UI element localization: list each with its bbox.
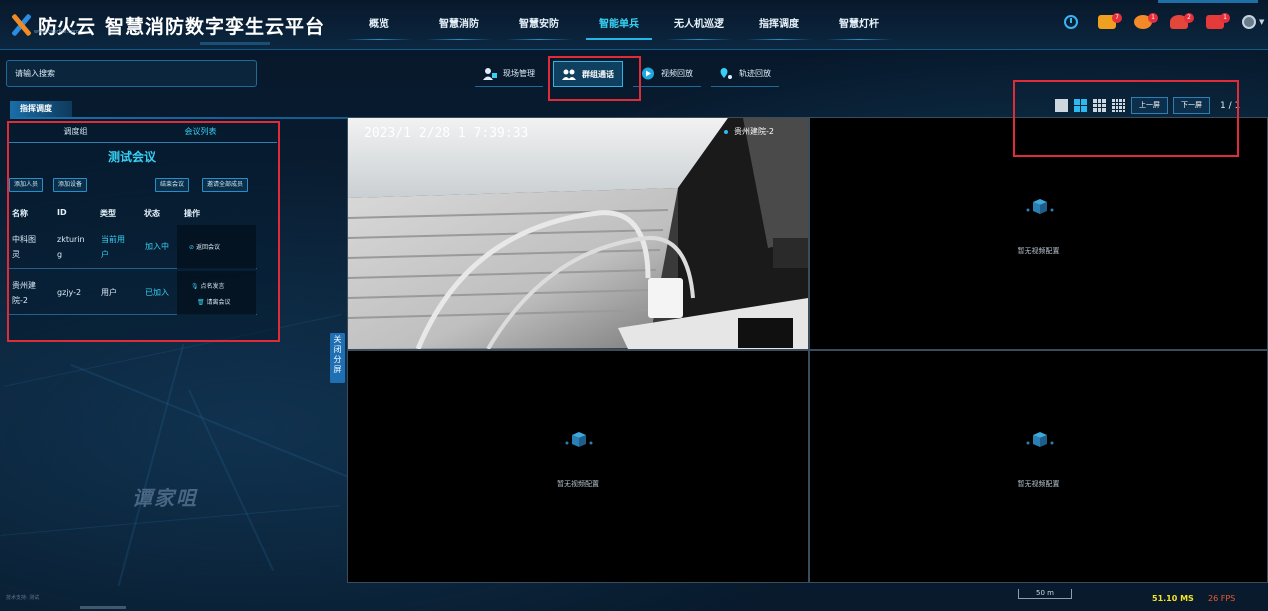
person-manage-icon [483, 68, 497, 80]
no-video-text: 暂无视频配置 [557, 480, 599, 488]
top-header: 防火云 智慧消防数字孪生云平台 www.cabrfire.com 概览 智慧消防… [0, 0, 1268, 50]
close-split-button[interactable]: 关闭分屏 [330, 333, 345, 383]
nav-overview[interactable]: 概览 [340, 14, 418, 40]
user-avatar-icon[interactable] [1242, 15, 1256, 29]
highlight-box-layout-controls [1013, 80, 1239, 157]
no-video-box-icon [565, 432, 593, 447]
chevron-down-icon[interactable]: ▼ [1259, 18, 1264, 26]
brand-url: www.cabrfire.com [34, 29, 79, 35]
header-status-icons: 7 1 2 1 ▼ [1064, 13, 1264, 29]
brand-logo: 防火云 智慧消防数字孪生云平台 [10, 10, 325, 40]
message-count-badge: 1 [1220, 13, 1230, 23]
search-input[interactable]: 请输入搜索 [6, 60, 257, 87]
video-cell-4[interactable]: 暂无视频配置 [809, 350, 1268, 583]
nav-drone-patrol[interactable]: 无人机巡逻 [660, 14, 738, 40]
video-cell-1[interactable]: 2023/1 2/28 1 7:39:33 贵州建院-2 [347, 117, 809, 350]
main-nav: 概览 智慧消防 智慧安防 智能单兵 无人机巡逻 指挥调度 智慧灯杆 [340, 14, 900, 40]
map-scale: 50 m [1018, 589, 1072, 599]
subnav-label: 轨迹回放 [739, 69, 771, 78]
nav-command-dispatch[interactable]: 指挥调度 [740, 14, 818, 40]
camera-feed-image [348, 118, 808, 349]
camera-timestamp: 2023/1 2/28 1 7:39:33 [364, 126, 529, 141]
message-alert-icon[interactable]: 1 [1206, 13, 1230, 29]
no-video-box-icon [1026, 199, 1054, 214]
highlight-box-meeting-panel [7, 121, 280, 342]
subnav-label: 视频回放 [661, 69, 693, 78]
video-playback-icon [642, 67, 654, 80]
highlight-box-group-call [548, 56, 641, 101]
title-underline [200, 42, 270, 45]
tech-support-text: 技术支持: 测试 [6, 595, 40, 601]
subnav-site-management[interactable]: 现场管理 [475, 61, 543, 87]
platform-title: 智慧消防数字孪生云平台 [105, 16, 326, 38]
video-cell-3[interactable]: 暂无视频配置 [347, 350, 809, 583]
nav-smart-security[interactable]: 智慧安防 [500, 14, 578, 40]
subnav-track-playback[interactable]: 轨迹回放 [711, 61, 779, 87]
camera-label: 贵州建院-2 [724, 126, 774, 137]
nav-smart-soldier[interactable]: 智能单兵 [580, 14, 658, 40]
video-grid: 2023/1 2/28 1 7:39:33 贵州建院-2 暂无视频配置 暂无视频… [347, 117, 1268, 583]
subnav-label: 现场管理 [503, 69, 535, 78]
alarm-badge-icon[interactable]: 7 [1098, 13, 1122, 29]
horizontal-scrollbar[interactable] [80, 606, 126, 609]
warning-alert-icon[interactable]: 2 [1170, 13, 1194, 29]
no-video-text: 暂无视频配置 [1017, 480, 1060, 488]
no-video-box-icon [1026, 432, 1054, 447]
clock-icon[interactable] [1064, 15, 1078, 29]
fps-readout: 26 FPS [1208, 594, 1236, 603]
header-accent-strip [1158, 0, 1258, 3]
nav-smart-fire[interactable]: 智慧消防 [420, 14, 498, 40]
panel-tab-command[interactable]: 指挥调度 [10, 101, 72, 117]
latency-readout: 51.10 MS [1152, 594, 1194, 603]
brand-x-icon [10, 13, 32, 37]
fire-alert-icon[interactable]: 1 [1134, 13, 1158, 29]
subnav-video-playback[interactable]: 视频回放 [633, 61, 701, 87]
track-playback-icon [720, 68, 732, 79]
nav-smart-lamp[interactable]: 智慧灯杆 [820, 14, 898, 40]
warning-count-badge: 2 [1184, 13, 1194, 23]
fire-count-badge: 1 [1148, 13, 1158, 23]
no-video-text: 暂无视频配置 [1017, 247, 1060, 255]
alarm-count-badge: 7 [1112, 13, 1122, 23]
map-place-label: 谭家咀 [132, 486, 198, 510]
